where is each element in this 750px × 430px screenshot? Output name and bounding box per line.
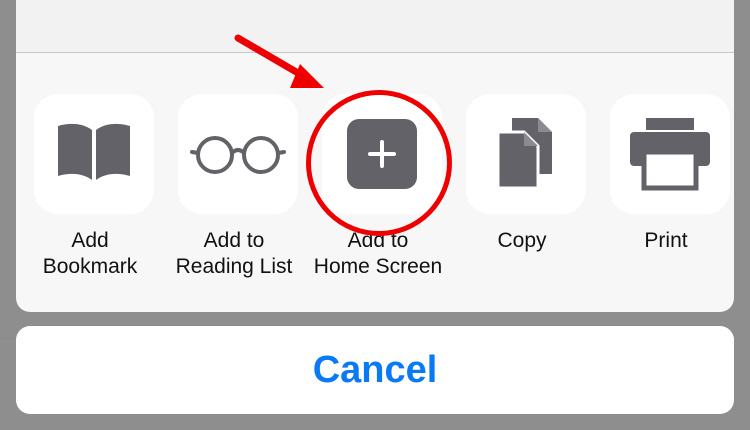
annotation-arrow-icon — [234, 34, 324, 88]
copy-action[interactable]: Copy — [450, 94, 594, 284]
share-sheet-screen: Add Bookmark Add to Reading List Add to … — [0, 0, 750, 430]
add-to-reading-list-action[interactable]: Add to Reading List — [162, 94, 306, 284]
cancel-label: Cancel — [312, 349, 438, 391]
backdrop-edge-line — [0, 338, 16, 339]
printer-icon — [630, 118, 710, 191]
add-bookmark-tile[interactable] — [34, 94, 154, 214]
copy-label: Copy — [497, 229, 547, 252]
book-icon — [58, 123, 130, 180]
sheet-top-row — [16, 0, 734, 52]
add-to-reading-list-label: Add to Reading List — [175, 229, 293, 278]
copy-tile[interactable] — [466, 94, 586, 214]
add-bookmark-action[interactable]: Add Bookmark — [18, 94, 162, 284]
print-label: Print — [644, 229, 688, 252]
print-tile[interactable] — [610, 94, 730, 214]
add-bookmark-label: Add Bookmark — [42, 229, 138, 278]
add-to-reading-list-tile[interactable] — [178, 94, 298, 214]
print-action[interactable]: Print — [594, 94, 738, 284]
glasses-icon — [190, 136, 286, 174]
cancel-button[interactable]: Cancel — [16, 326, 734, 414]
sheet-divider — [16, 52, 734, 53]
copy-documents-icon — [496, 118, 552, 190]
annotation-circle — [306, 90, 452, 236]
